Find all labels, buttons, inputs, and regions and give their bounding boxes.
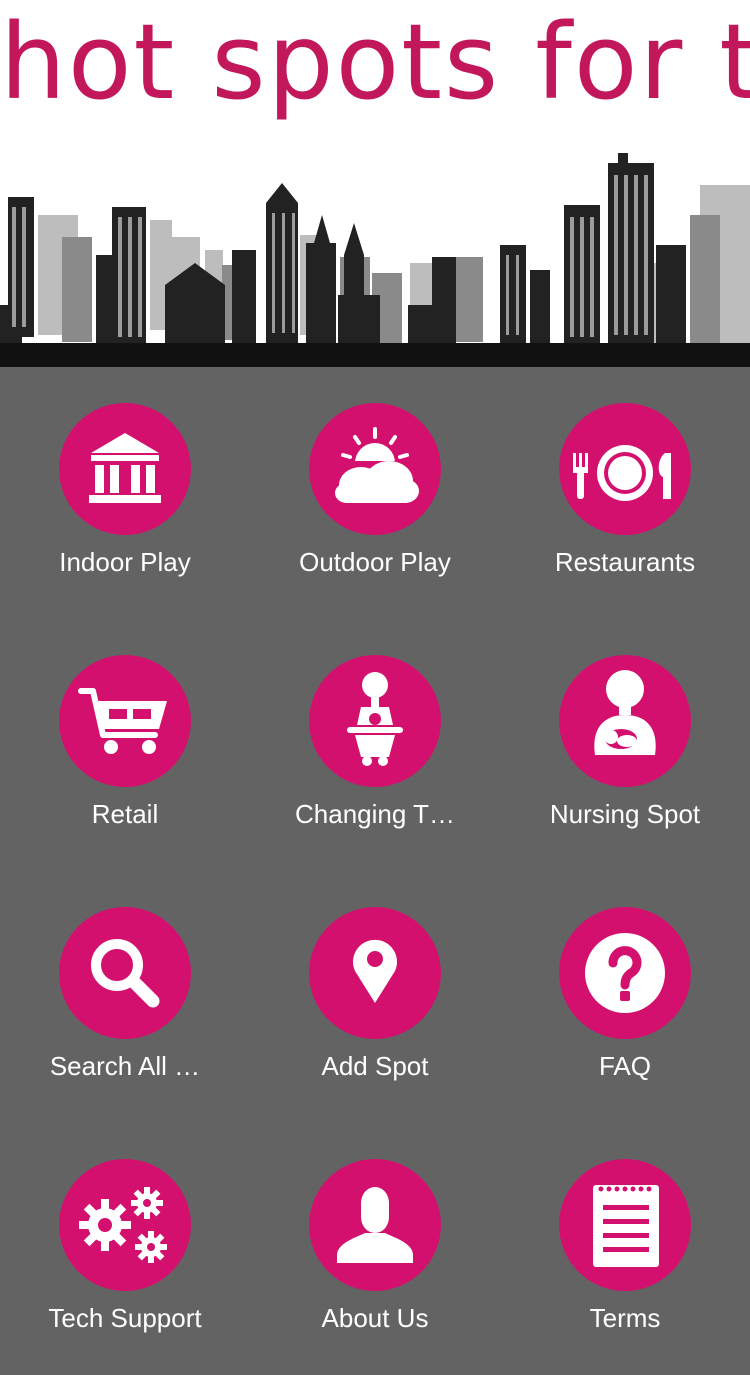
- plate-cutlery-icon: [573, 445, 671, 501]
- changing-table-icon: [347, 672, 403, 766]
- search-all-button[interactable]: [59, 907, 191, 1039]
- menu-item-changing-table[interactable]: Changing T…: [250, 619, 500, 871]
- nursing-mother-icon: [594, 670, 656, 755]
- menu-item-label: About Us: [321, 1303, 429, 1333]
- menu-item-search-all[interactable]: Search All …: [0, 871, 250, 1123]
- app-logo: hot spots for tots: [0, 1, 750, 123]
- question-icon: [585, 933, 665, 1013]
- menu-item-label: Search All …: [49, 1051, 201, 1081]
- menu-item-outdoor-play[interactable]: Outdoor Play: [250, 367, 500, 619]
- menu-item-faq[interactable]: FAQ: [500, 871, 750, 1123]
- person-icon: [337, 1187, 413, 1263]
- menu-item-label: Restaurants: [554, 547, 696, 577]
- menu-item-label: Tech Support: [48, 1303, 202, 1333]
- menu-item-add-spot[interactable]: Add Spot: [250, 871, 500, 1123]
- notepad-icon: [593, 1185, 659, 1267]
- menu-item-retail[interactable]: Retail: [0, 619, 250, 871]
- restaurants-button[interactable]: [559, 403, 691, 535]
- tech-support-button[interactable]: [59, 1159, 191, 1291]
- menu-item-label: Changing T…: [295, 799, 455, 829]
- menu-item-terms[interactable]: Terms: [500, 1123, 750, 1375]
- city-skyline-image: [0, 153, 750, 367]
- menu-item-restaurants[interactable]: Restaurants: [500, 367, 750, 619]
- retail-button[interactable]: [59, 655, 191, 787]
- menu-item-label: Nursing Spot: [549, 799, 701, 829]
- terms-button[interactable]: [559, 1159, 691, 1291]
- changing-table-button[interactable]: [309, 655, 441, 787]
- map-pin-icon: [353, 939, 397, 1003]
- menu-item-label: Add Spot: [321, 1051, 429, 1081]
- menu-item-label: Terms: [589, 1303, 661, 1333]
- sun-cloud-icon: [335, 427, 419, 503]
- about-us-button[interactable]: [309, 1159, 441, 1291]
- menu-item-about-us[interactable]: About Us: [250, 1123, 500, 1375]
- menu-item-nursing-spot[interactable]: Nursing Spot: [500, 619, 750, 871]
- add-spot-button[interactable]: [309, 907, 441, 1039]
- menu-item-label: Retail: [91, 799, 159, 829]
- menu-item-label: Indoor Play: [59, 547, 191, 577]
- app-header: hot spots for tots: [0, 0, 750, 367]
- outdoor-play-button[interactable]: [309, 403, 441, 535]
- menu-item-label: FAQ: [598, 1051, 651, 1081]
- faq-button[interactable]: [559, 907, 691, 1039]
- menu-item-tech-support[interactable]: Tech Support: [0, 1123, 250, 1375]
- shopping-cart-icon: [78, 688, 167, 754]
- menu-grid: Indoor Play Outdoor Play Restaurants Ret…: [0, 367, 750, 1334]
- search-icon: [91, 939, 160, 1008]
- menu-item-indoor-play[interactable]: Indoor Play: [0, 367, 250, 619]
- indoor-play-button[interactable]: [59, 403, 191, 535]
- gears-icon: [79, 1187, 167, 1263]
- nursing-spot-button[interactable]: [559, 655, 691, 787]
- menu-item-label: Outdoor Play: [299, 547, 451, 577]
- museum-building-icon: [89, 433, 161, 503]
